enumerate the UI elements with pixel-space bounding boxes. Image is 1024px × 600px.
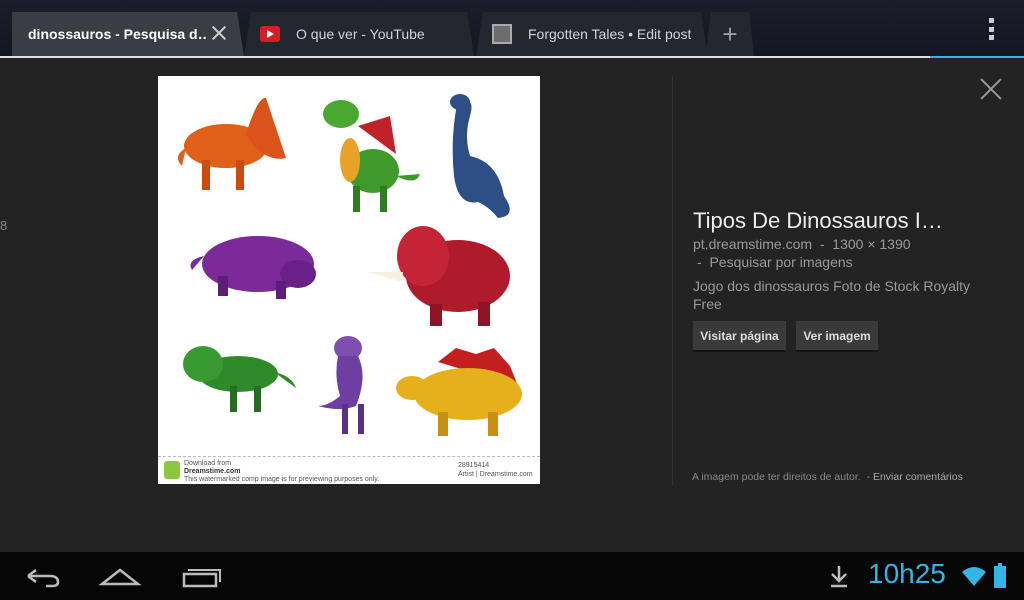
fine-print: This watermarked comp image is for previ…	[184, 476, 380, 483]
new-tab-button[interactable]: +	[706, 12, 754, 56]
trex-dinosaur	[183, 346, 296, 412]
blog-icon	[492, 24, 512, 44]
image-watermark-footer: Download from Dreamstime.com This waterm…	[158, 456, 540, 484]
image-ids: 28915414 Artist | Dreamstime.com	[458, 461, 533, 479]
image-dimensions: 1300 × 1390	[832, 236, 911, 252]
youtube-icon	[260, 26, 280, 42]
download-icon[interactable]	[828, 564, 850, 588]
image-description: Jogo dos dinossauros Foto de Stock Royal…	[693, 278, 971, 312]
panel-divider	[672, 76, 673, 486]
preview-image[interactable]: Download from Dreamstime.com This waterm…	[158, 76, 540, 484]
wifi-icon	[962, 567, 986, 586]
image-author: Artist | Dreamstime.com	[458, 471, 533, 478]
tab-dinossauros[interactable]: dinossauros - Pesquisa d…	[12, 12, 244, 56]
system-nav-bar: 10h25	[0, 552, 1024, 600]
load-progress	[930, 56, 1024, 58]
separator: -	[697, 254, 710, 270]
tab-forgotten-tales[interactable]: Forgotten Tales • Edit post	[476, 12, 708, 56]
overflow-menu-icon[interactable]	[987, 18, 995, 40]
tab-label: O que ver - YouTube	[296, 26, 425, 42]
visit-page-button[interactable]: Visitar página	[693, 321, 786, 352]
blue-dinosaur	[450, 94, 510, 218]
source-domain[interactable]: pt.dreamstime.com	[693, 236, 812, 252]
violet-dinosaur	[318, 336, 364, 434]
copyright-text: A imagem pode ter direitos de autor.	[692, 471, 861, 483]
recent-apps-icon[interactable]	[180, 562, 224, 590]
edge-text: 8	[0, 218, 8, 233]
separator: -	[815, 236, 833, 252]
tab-label: Forgotten Tales • Edit post	[528, 26, 692, 42]
separator: -	[863, 471, 873, 483]
dinosaur-illustration	[177, 94, 522, 436]
browser-window: dinossauros - Pesquisa d… O que ver - Yo…	[0, 0, 1024, 600]
download-line2: Dreamstime.com	[184, 468, 241, 475]
home-icon[interactable]	[98, 562, 142, 590]
tab-youtube[interactable]: O que ver - YouTube	[244, 12, 474, 56]
close-tab-icon[interactable]	[210, 24, 228, 42]
yellow-dinosaur	[396, 348, 522, 436]
source-line: pt.dreamstime.com - 1300 × 1390	[693, 236, 911, 252]
purple-dinosaur	[190, 236, 316, 299]
tab-label: dinossauros - Pesquisa d…	[28, 26, 208, 42]
tab-divider	[0, 56, 1024, 58]
battery-icon	[994, 563, 1006, 588]
image-title[interactable]: Tipos De Dinossauros I…	[693, 208, 943, 234]
search-line: - Pesquisar por imagens	[697, 254, 853, 270]
back-icon[interactable]	[20, 562, 64, 590]
green-dinosaur	[323, 100, 420, 212]
image-id: 28915414	[458, 462, 490, 469]
search-by-image-link[interactable]: Pesquisar por imagens	[709, 254, 852, 270]
close-icon[interactable]	[980, 78, 1002, 100]
orange-dinosaur	[177, 97, 286, 190]
view-image-button[interactable]: Ver imagem	[796, 321, 878, 352]
download-line1: Download from	[184, 460, 232, 467]
status-clock: 10h25	[868, 558, 946, 589]
download-credit: Download from Dreamstime.com This waterm…	[184, 460, 379, 484]
red-dinosaur	[368, 226, 510, 326]
dreamstime-logo-icon	[164, 461, 180, 479]
feedback-link[interactable]: Enviar comentários	[873, 471, 963, 483]
tab-strip: dinossauros - Pesquisa d… O que ver - Yo…	[0, 0, 1024, 57]
copyright-notice: A imagem pode ter direitos de autor. - E…	[692, 471, 963, 483]
